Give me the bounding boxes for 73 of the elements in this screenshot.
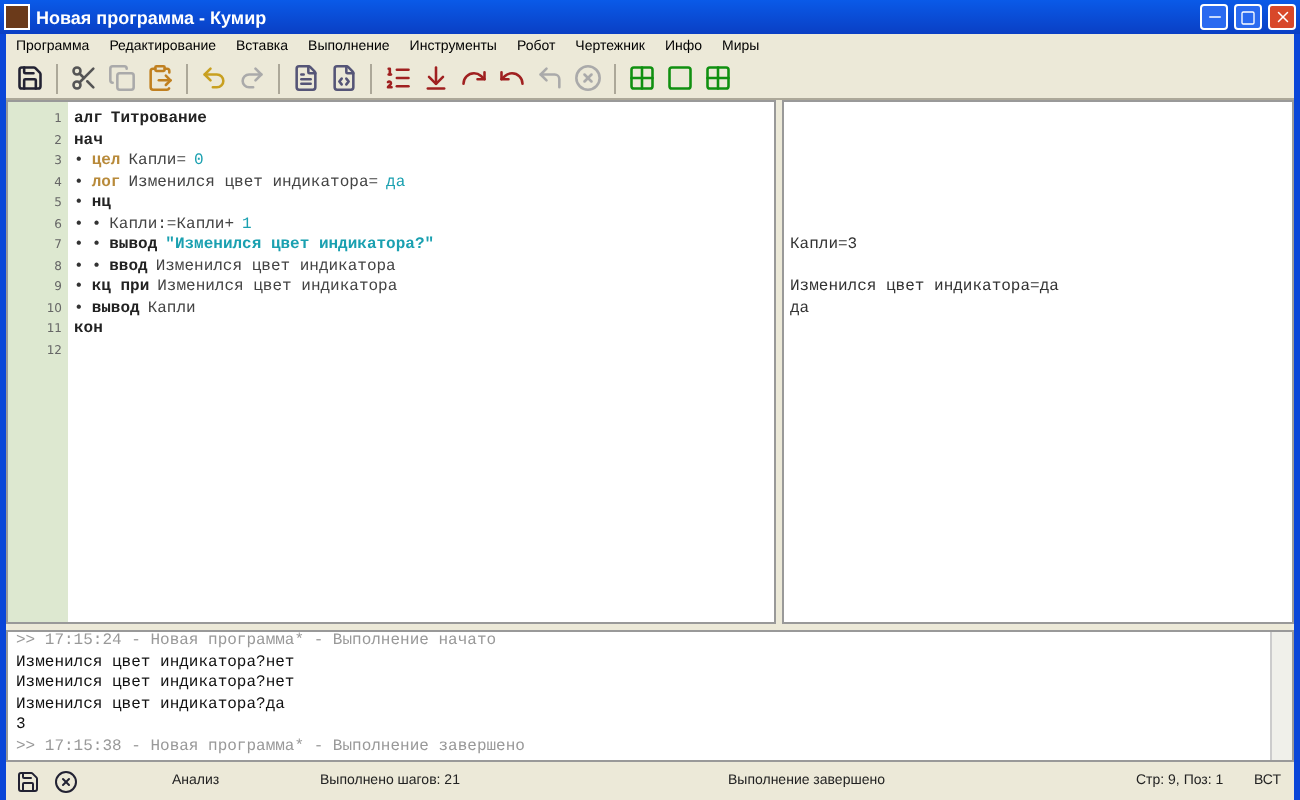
code-token: кон bbox=[74, 320, 103, 341]
close-icon bbox=[1273, 8, 1291, 26]
maximize-icon bbox=[1240, 9, 1256, 25]
code-token: 1 bbox=[242, 215, 252, 236]
code-token: Изменился цвет индикатора= bbox=[128, 173, 379, 194]
indent-dot: • bbox=[74, 299, 84, 320]
output-line: 3 bbox=[16, 716, 28, 737]
frame-button[interactable] bbox=[664, 62, 696, 94]
code-token: "Изменился цвет индикатора?" bbox=[165, 236, 435, 257]
code-token: Капли:=Капли+ bbox=[109, 215, 235, 236]
indent-dot: • bbox=[74, 236, 84, 257]
document-button[interactable] bbox=[290, 62, 322, 94]
indent-dot: • bbox=[74, 257, 84, 278]
grid-button[interactable] bbox=[702, 62, 734, 94]
log-line: >> 17:15:38 - Новая программа* - Выполнение завершено bbox=[16, 737, 527, 758]
indent-dot: • bbox=[74, 278, 84, 299]
code-token: цел bbox=[91, 152, 121, 173]
step-back-icon bbox=[536, 64, 564, 92]
indent-dot: • bbox=[91, 215, 102, 236]
indent-dot: • bbox=[74, 152, 84, 173]
save-icon bbox=[16, 64, 44, 92]
grid-icon bbox=[704, 64, 732, 92]
indent-dot: • bbox=[74, 194, 84, 215]
code-token: вывод bbox=[109, 236, 158, 257]
code-token: нц bbox=[91, 194, 111, 215]
code-token: ввод bbox=[109, 257, 148, 278]
cut-button[interactable] bbox=[68, 62, 100, 94]
code-token: Изменился цвет индикатора bbox=[155, 257, 396, 278]
minimize-button[interactable] bbox=[1200, 4, 1228, 30]
code-token: да bbox=[386, 173, 406, 194]
output-line: Изменился цвет индикатора?да bbox=[16, 695, 287, 716]
code-token: нач bbox=[74, 131, 103, 152]
indent-dot: • bbox=[91, 236, 102, 257]
frame-icon bbox=[666, 64, 694, 92]
stop-icon bbox=[574, 64, 602, 92]
close-icon bbox=[54, 769, 79, 793]
margin-text: Капли=3 bbox=[790, 236, 860, 257]
cut-icon bbox=[70, 64, 98, 92]
grid-icon bbox=[628, 64, 656, 92]
copy-icon bbox=[108, 64, 136, 92]
code-token: кц при bbox=[91, 278, 150, 299]
margin-text: Изменился цвет индикатора=да bbox=[790, 278, 1061, 299]
save-button[interactable] bbox=[14, 62, 46, 94]
app-icon bbox=[4, 4, 30, 30]
code-token: Титрование bbox=[110, 110, 207, 131]
code-token: лог bbox=[91, 173, 121, 194]
maximize-button[interactable] bbox=[1234, 4, 1262, 30]
window-title: Новая программа - Кумир bbox=[36, 7, 269, 27]
code-token: Капли= bbox=[128, 152, 187, 173]
code-token: 0 bbox=[194, 152, 204, 173]
indent-dot: • bbox=[91, 257, 102, 278]
document-icon bbox=[330, 64, 358, 92]
output-line: Изменился цвет индикатора?нет bbox=[16, 674, 297, 695]
document-button[interactable] bbox=[328, 62, 360, 94]
code-token: вывод bbox=[91, 299, 140, 320]
code-token: Изменился цвет индикатора bbox=[157, 278, 398, 299]
paste-button[interactable] bbox=[144, 62, 176, 94]
scrollbar[interactable] bbox=[1270, 632, 1292, 760]
code-token: Капли bbox=[147, 299, 196, 320]
indent-dot: • bbox=[74, 173, 84, 194]
save-icon bbox=[16, 769, 41, 793]
grid-button[interactable] bbox=[626, 62, 658, 94]
step-icon bbox=[422, 64, 450, 92]
output-line: Изменился цвет индикатора?нет bbox=[16, 653, 297, 674]
undo-icon bbox=[200, 64, 228, 92]
code-token: алг bbox=[74, 110, 103, 131]
close-button[interactable] bbox=[51, 765, 82, 797]
indent-dot: • bbox=[74, 215, 84, 236]
redo-icon bbox=[238, 64, 266, 92]
document-icon bbox=[292, 64, 320, 92]
margin-text: да bbox=[790, 299, 812, 320]
paste-icon bbox=[146, 64, 174, 92]
log-line: >> 17:15:24 - Новая программа* - Выполнение начато bbox=[16, 632, 499, 653]
